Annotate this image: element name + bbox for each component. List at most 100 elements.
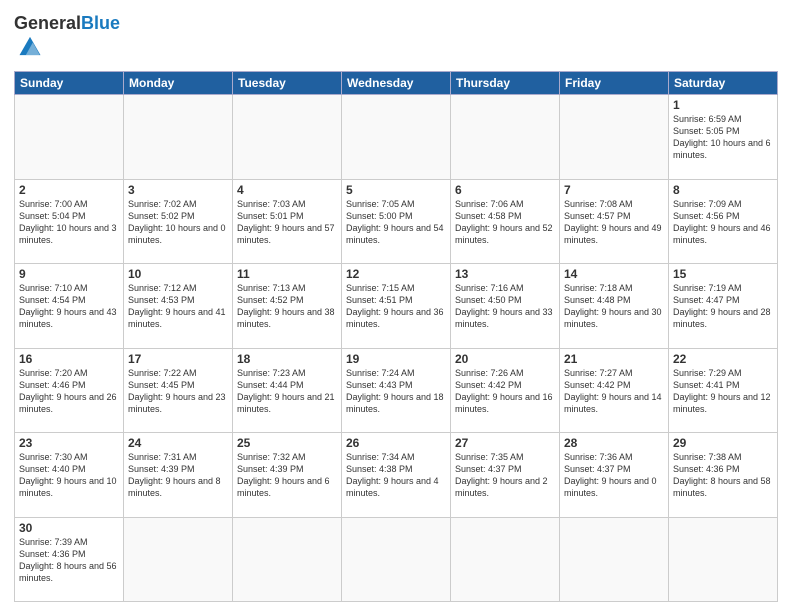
day-info: Sunrise: 7:31 AM Sunset: 4:39 PM Dayligh…	[128, 451, 228, 500]
calendar-cell: 10Sunrise: 7:12 AM Sunset: 4:53 PM Dayli…	[124, 264, 233, 349]
weekday-header-row: SundayMondayTuesdayWednesdayThursdayFrid…	[15, 72, 778, 95]
calendar-cell	[560, 517, 669, 602]
day-number: 11	[237, 267, 337, 281]
calendar-cell: 23Sunrise: 7:30 AM Sunset: 4:40 PM Dayli…	[15, 433, 124, 518]
weekday-header-sunday: Sunday	[15, 72, 124, 95]
calendar-week-6: 30Sunrise: 7:39 AM Sunset: 4:36 PM Dayli…	[15, 517, 778, 602]
day-info: Sunrise: 7:26 AM Sunset: 4:42 PM Dayligh…	[455, 367, 555, 416]
calendar-cell: 27Sunrise: 7:35 AM Sunset: 4:37 PM Dayli…	[451, 433, 560, 518]
calendar-cell: 14Sunrise: 7:18 AM Sunset: 4:48 PM Dayli…	[560, 264, 669, 349]
calendar-cell: 2Sunrise: 7:00 AM Sunset: 5:04 PM Daylig…	[15, 179, 124, 264]
day-info: Sunrise: 7:22 AM Sunset: 4:45 PM Dayligh…	[128, 367, 228, 416]
day-number: 6	[455, 183, 555, 197]
day-info: Sunrise: 7:12 AM Sunset: 4:53 PM Dayligh…	[128, 282, 228, 331]
day-number: 19	[346, 352, 446, 366]
page: GeneralBlue SundayMondayTuesdayWednesday…	[0, 0, 792, 612]
calendar-cell: 16Sunrise: 7:20 AM Sunset: 4:46 PM Dayli…	[15, 348, 124, 433]
weekday-header-saturday: Saturday	[669, 72, 778, 95]
day-number: 17	[128, 352, 228, 366]
day-info: Sunrise: 7:34 AM Sunset: 4:38 PM Dayligh…	[346, 451, 446, 500]
day-info: Sunrise: 7:20 AM Sunset: 4:46 PM Dayligh…	[19, 367, 119, 416]
day-info: Sunrise: 7:05 AM Sunset: 5:00 PM Dayligh…	[346, 198, 446, 247]
logo-blue: Blue	[81, 13, 120, 33]
calendar-cell	[451, 95, 560, 180]
day-number: 21	[564, 352, 664, 366]
day-info: Sunrise: 7:29 AM Sunset: 4:41 PM Dayligh…	[673, 367, 773, 416]
day-number: 14	[564, 267, 664, 281]
day-info: Sunrise: 7:09 AM Sunset: 4:56 PM Dayligh…	[673, 198, 773, 247]
weekday-header-monday: Monday	[124, 72, 233, 95]
day-number: 24	[128, 436, 228, 450]
calendar-cell: 5Sunrise: 7:05 AM Sunset: 5:00 PM Daylig…	[342, 179, 451, 264]
calendar-cell: 20Sunrise: 7:26 AM Sunset: 4:42 PM Dayli…	[451, 348, 560, 433]
calendar-cell	[124, 95, 233, 180]
calendar-cell: 17Sunrise: 7:22 AM Sunset: 4:45 PM Dayli…	[124, 348, 233, 433]
day-number: 28	[564, 436, 664, 450]
calendar-cell	[15, 95, 124, 180]
day-info: Sunrise: 7:18 AM Sunset: 4:48 PM Dayligh…	[564, 282, 664, 331]
day-info: Sunrise: 7:02 AM Sunset: 5:02 PM Dayligh…	[128, 198, 228, 247]
calendar-cell: 3Sunrise: 7:02 AM Sunset: 5:02 PM Daylig…	[124, 179, 233, 264]
day-info: Sunrise: 7:08 AM Sunset: 4:57 PM Dayligh…	[564, 198, 664, 247]
day-number: 13	[455, 267, 555, 281]
calendar-cell: 18Sunrise: 7:23 AM Sunset: 4:44 PM Dayli…	[233, 348, 342, 433]
weekday-header-friday: Friday	[560, 72, 669, 95]
calendar-cell	[233, 517, 342, 602]
logo-icon	[16, 32, 44, 60]
day-number: 18	[237, 352, 337, 366]
calendar-cell: 19Sunrise: 7:24 AM Sunset: 4:43 PM Dayli…	[342, 348, 451, 433]
weekday-header-thursday: Thursday	[451, 72, 560, 95]
day-number: 1	[673, 98, 773, 112]
day-info: Sunrise: 7:23 AM Sunset: 4:44 PM Dayligh…	[237, 367, 337, 416]
calendar-cell: 30Sunrise: 7:39 AM Sunset: 4:36 PM Dayli…	[15, 517, 124, 602]
day-number: 30	[19, 521, 119, 535]
calendar-cell: 7Sunrise: 7:08 AM Sunset: 4:57 PM Daylig…	[560, 179, 669, 264]
day-info: Sunrise: 7:13 AM Sunset: 4:52 PM Dayligh…	[237, 282, 337, 331]
calendar-cell: 1Sunrise: 6:59 AM Sunset: 5:05 PM Daylig…	[669, 95, 778, 180]
calendar-cell: 28Sunrise: 7:36 AM Sunset: 4:37 PM Dayli…	[560, 433, 669, 518]
calendar-cell: 22Sunrise: 7:29 AM Sunset: 4:41 PM Dayli…	[669, 348, 778, 433]
logo: GeneralBlue	[14, 14, 120, 65]
day-info: Sunrise: 7:30 AM Sunset: 4:40 PM Dayligh…	[19, 451, 119, 500]
calendar-cell: 4Sunrise: 7:03 AM Sunset: 5:01 PM Daylig…	[233, 179, 342, 264]
calendar-cell: 6Sunrise: 7:06 AM Sunset: 4:58 PM Daylig…	[451, 179, 560, 264]
day-number: 20	[455, 352, 555, 366]
calendar-week-2: 2Sunrise: 7:00 AM Sunset: 5:04 PM Daylig…	[15, 179, 778, 264]
day-number: 9	[19, 267, 119, 281]
day-info: Sunrise: 7:27 AM Sunset: 4:42 PM Dayligh…	[564, 367, 664, 416]
calendar-week-4: 16Sunrise: 7:20 AM Sunset: 4:46 PM Dayli…	[15, 348, 778, 433]
calendar-cell: 9Sunrise: 7:10 AM Sunset: 4:54 PM Daylig…	[15, 264, 124, 349]
weekday-header-tuesday: Tuesday	[233, 72, 342, 95]
day-number: 25	[237, 436, 337, 450]
day-number: 22	[673, 352, 773, 366]
calendar-cell	[233, 95, 342, 180]
day-number: 8	[673, 183, 773, 197]
day-number: 2	[19, 183, 119, 197]
day-number: 29	[673, 436, 773, 450]
calendar-cell	[560, 95, 669, 180]
calendar-week-1: 1Sunrise: 6:59 AM Sunset: 5:05 PM Daylig…	[15, 95, 778, 180]
day-number: 5	[346, 183, 446, 197]
calendar-cell	[124, 517, 233, 602]
calendar-cell: 24Sunrise: 7:31 AM Sunset: 4:39 PM Dayli…	[124, 433, 233, 518]
day-number: 12	[346, 267, 446, 281]
day-info: Sunrise: 7:32 AM Sunset: 4:39 PM Dayligh…	[237, 451, 337, 500]
day-info: Sunrise: 6:59 AM Sunset: 5:05 PM Dayligh…	[673, 113, 773, 162]
day-info: Sunrise: 7:39 AM Sunset: 4:36 PM Dayligh…	[19, 536, 119, 585]
calendar-cell	[669, 517, 778, 602]
header: GeneralBlue	[14, 10, 778, 65]
day-number: 7	[564, 183, 664, 197]
calendar-cell: 21Sunrise: 7:27 AM Sunset: 4:42 PM Dayli…	[560, 348, 669, 433]
day-info: Sunrise: 7:00 AM Sunset: 5:04 PM Dayligh…	[19, 198, 119, 247]
calendar-cell	[342, 95, 451, 180]
calendar-week-3: 9Sunrise: 7:10 AM Sunset: 4:54 PM Daylig…	[15, 264, 778, 349]
calendar-cell: 12Sunrise: 7:15 AM Sunset: 4:51 PM Dayli…	[342, 264, 451, 349]
calendar-week-5: 23Sunrise: 7:30 AM Sunset: 4:40 PM Dayli…	[15, 433, 778, 518]
calendar-cell: 25Sunrise: 7:32 AM Sunset: 4:39 PM Dayli…	[233, 433, 342, 518]
day-info: Sunrise: 7:36 AM Sunset: 4:37 PM Dayligh…	[564, 451, 664, 500]
day-info: Sunrise: 7:19 AM Sunset: 4:47 PM Dayligh…	[673, 282, 773, 331]
calendar-cell	[451, 517, 560, 602]
calendar-cell: 8Sunrise: 7:09 AM Sunset: 4:56 PM Daylig…	[669, 179, 778, 264]
calendar-cell: 15Sunrise: 7:19 AM Sunset: 4:47 PM Dayli…	[669, 264, 778, 349]
calendar-cell	[342, 517, 451, 602]
